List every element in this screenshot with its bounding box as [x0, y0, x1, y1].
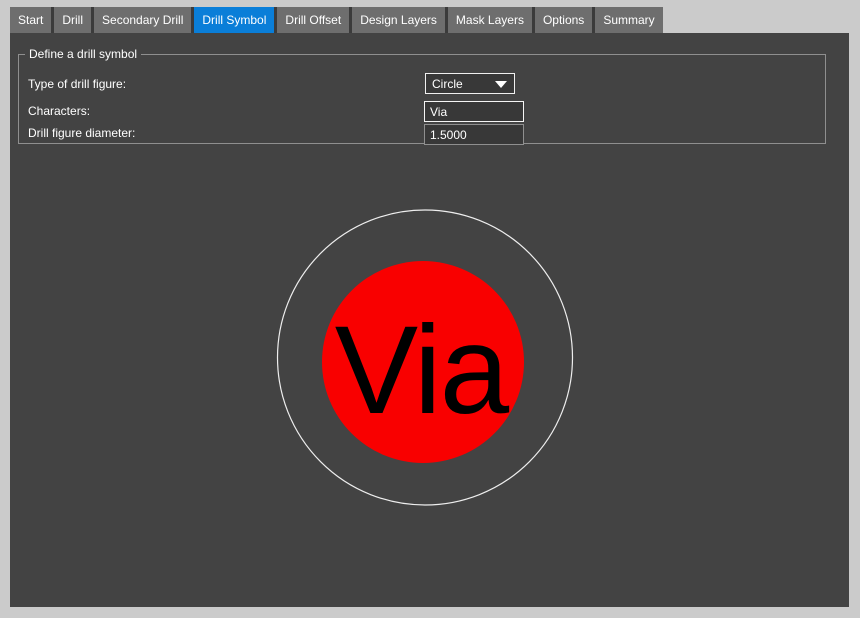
tab-drill-offset[interactable]: Drill Offset [277, 7, 349, 33]
tab-secondary-drill[interactable]: Secondary Drill [94, 7, 191, 33]
tab-summary[interactable]: Summary [595, 7, 662, 33]
tab-drill-symbol[interactable]: Drill Symbol [194, 7, 274, 33]
drill-symbol-text: Via [335, 301, 510, 440]
drill-wizard-page: Start Drill Secondary Drill Drill Symbol… [0, 0, 860, 618]
tab-bar: Start Drill Secondary Drill Drill Symbol… [10, 7, 663, 33]
tab-design-layers[interactable]: Design Layers [352, 7, 445, 33]
tab-mask-layers[interactable]: Mask Layers [448, 7, 532, 33]
tab-start[interactable]: Start [10, 7, 51, 33]
tab-drill[interactable]: Drill [54, 7, 91, 33]
tab-options[interactable]: Options [535, 7, 592, 33]
drill-symbol-preview: Via [10, 33, 849, 607]
wizard-content-panel: Define a drill symbol Type of drill figu… [10, 33, 849, 607]
